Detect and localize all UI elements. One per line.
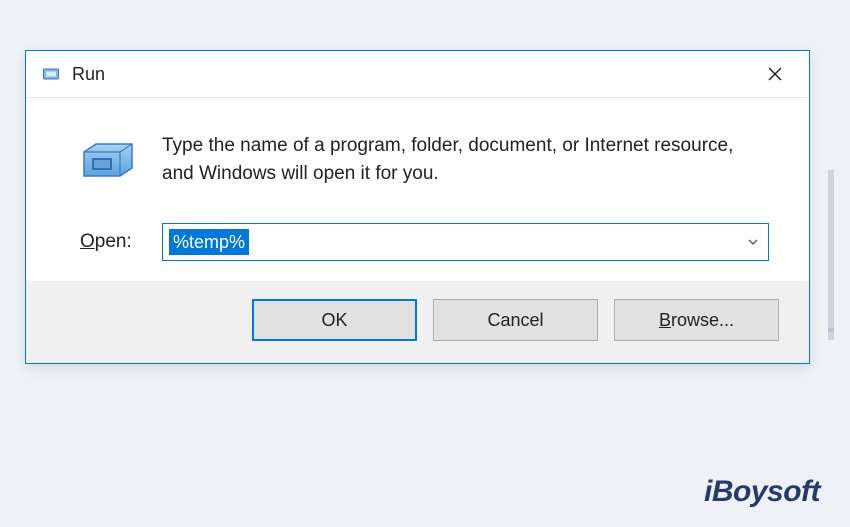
info-row: Type the name of a program, folder, docu… [80, 128, 769, 187]
run-dialog: Run [25, 50, 810, 364]
run-program-icon [80, 130, 136, 186]
button-bar: OK Cancel Browse... [26, 281, 809, 363]
dialog-title: Run [72, 64, 105, 85]
open-row: Open: %temp% [80, 223, 769, 261]
open-input-selection: %temp% [169, 229, 249, 255]
titlebar: Run [26, 51, 809, 98]
background-window-edge-accent [828, 328, 834, 332]
dialog-body: Type the name of a program, folder, docu… [26, 98, 809, 281]
open-input[interactable] [163, 224, 738, 260]
browse-button[interactable]: Browse... [614, 299, 779, 341]
watermark: iBoysoft [704, 475, 820, 509]
chevron-down-icon [747, 236, 759, 248]
titlebar-left: Run [40, 63, 105, 85]
close-button[interactable] [755, 59, 795, 89]
combobox-dropdown-button[interactable] [738, 224, 768, 260]
close-icon [767, 66, 783, 82]
open-label: Open: [80, 231, 136, 253]
background-window-edge [828, 170, 834, 340]
open-combobox[interactable]: %temp% [162, 223, 769, 261]
ok-button[interactable]: OK [252, 299, 417, 341]
dialog-description: Type the name of a program, folder, docu… [162, 128, 769, 187]
cancel-button[interactable]: Cancel [433, 299, 598, 341]
run-title-icon [40, 63, 62, 85]
